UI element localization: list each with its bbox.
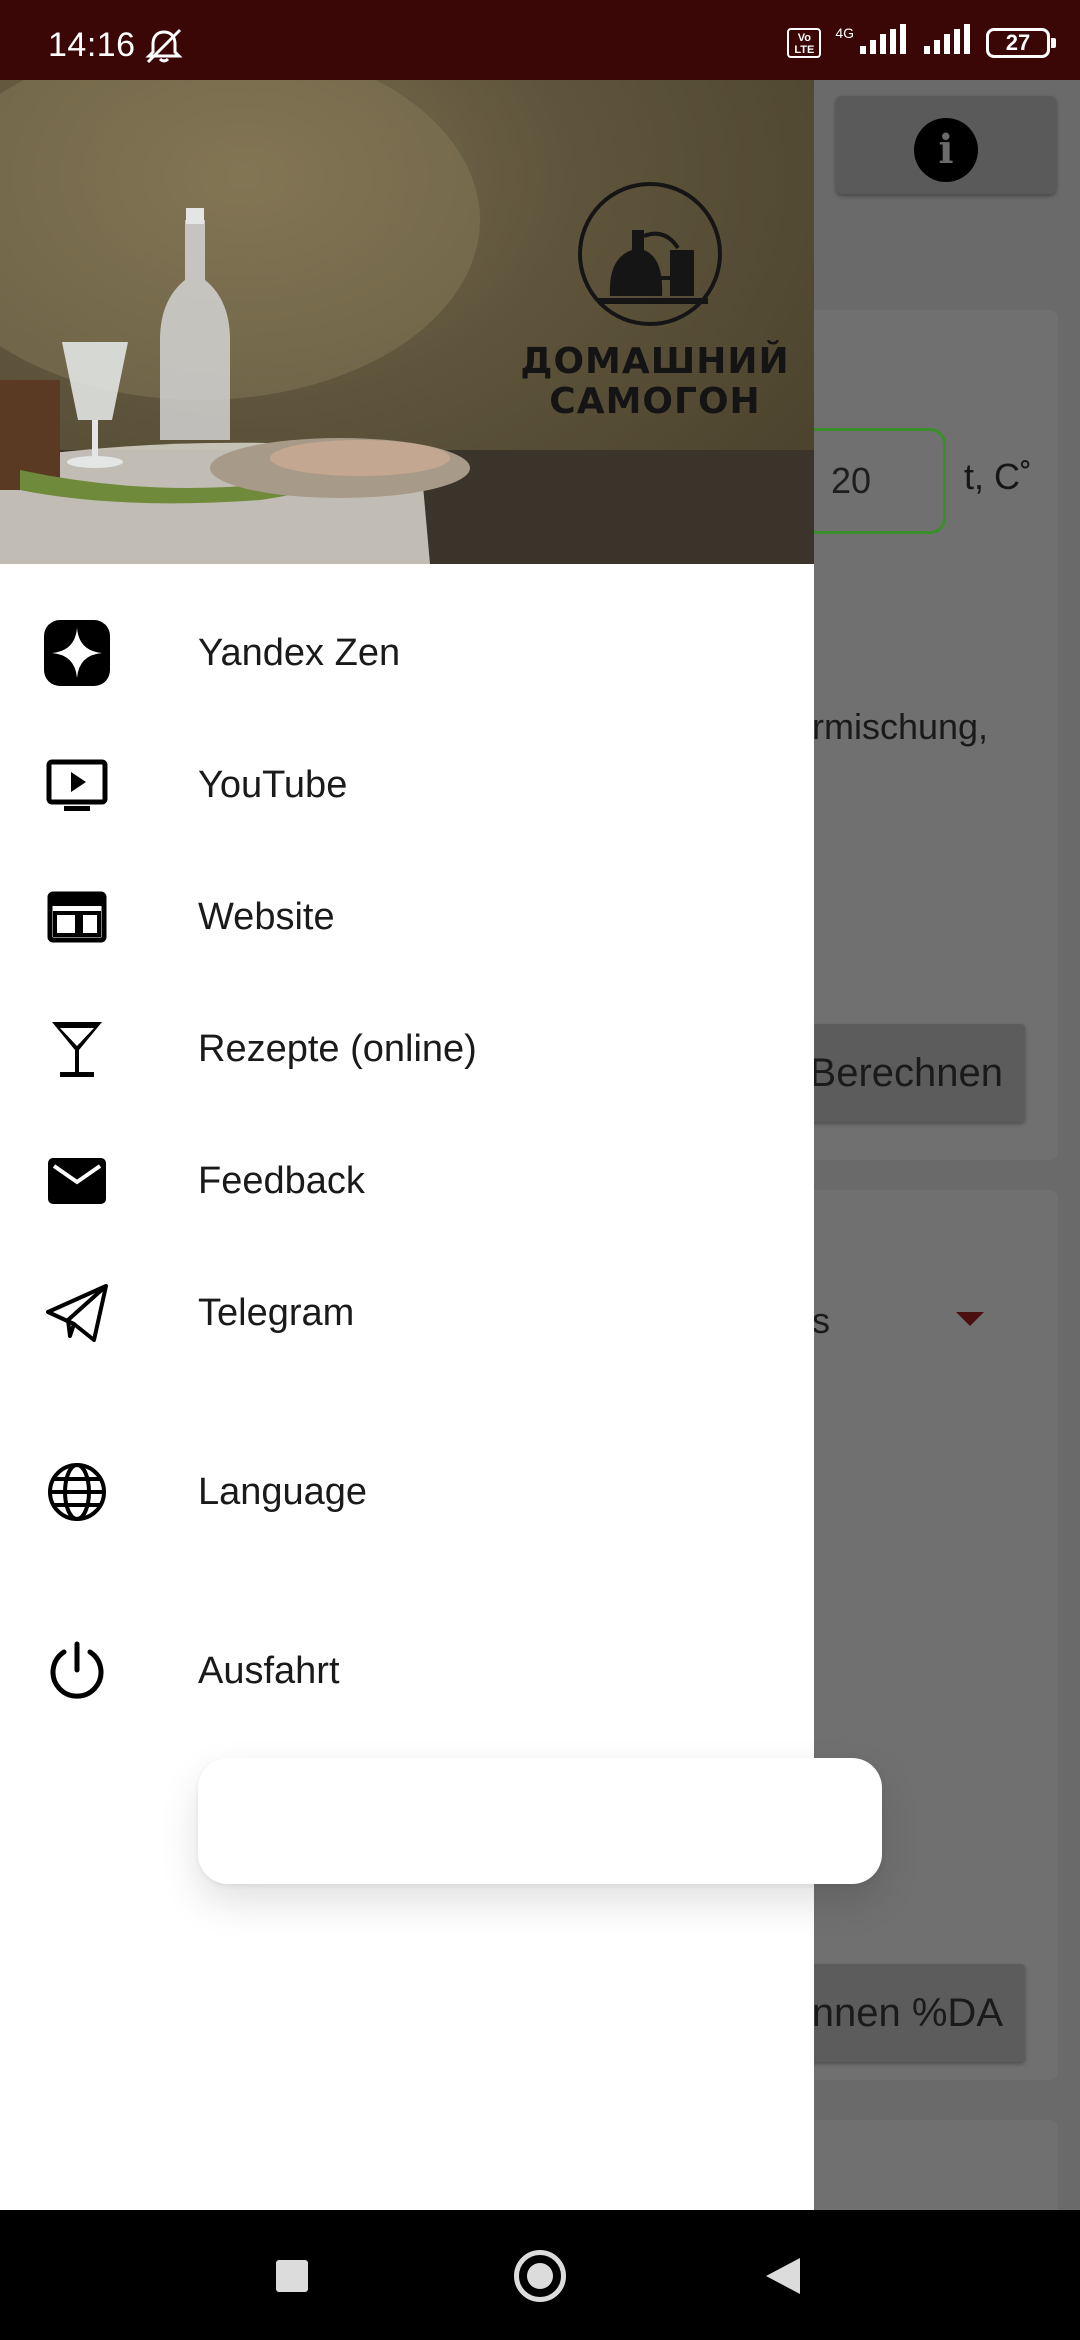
menu-item-website[interactable]: Website bbox=[0, 851, 814, 983]
home-button[interactable] bbox=[514, 2250, 566, 2302]
menu-label: Yandex Zen bbox=[198, 631, 401, 674]
menu-label: Ausfahrt bbox=[198, 1649, 340, 1692]
status-icons: Vo LTE 4G 27 bbox=[787, 24, 1056, 61]
distiller-logo bbox=[578, 182, 722, 326]
mail-icon bbox=[44, 1148, 110, 1214]
youtube-icon bbox=[44, 752, 110, 818]
mute-icon bbox=[142, 28, 186, 69]
telegram-icon bbox=[44, 1280, 110, 1346]
menu-label: YouTube bbox=[198, 763, 348, 806]
back-button[interactable] bbox=[766, 2258, 800, 2294]
system-nav-bar bbox=[0, 2210, 1080, 2340]
dilution-card bbox=[790, 1190, 1058, 2080]
menu-label: Language bbox=[198, 1470, 368, 1513]
network-type: 4G bbox=[835, 24, 854, 41]
temperature-unit: t, C˚ bbox=[964, 456, 1032, 497]
menu-item-yandex-zen[interactable]: Yandex Zen bbox=[0, 587, 814, 719]
globe-icon bbox=[44, 1459, 110, 1525]
navigation-drawer: ДОМАШНИЙ САМОГОН Yandex Zen YouTube Webs… bbox=[0, 80, 814, 2210]
status-time: 14:16 bbox=[48, 26, 136, 64]
menu-item-telegram[interactable]: Telegram bbox=[0, 1247, 814, 1379]
calculate-button[interactable]: Berechnen bbox=[790, 1024, 1025, 1122]
floating-card bbox=[198, 1758, 882, 1884]
dropdown-arrow-icon[interactable] bbox=[956, 1312, 984, 1326]
signal-icon bbox=[858, 24, 908, 61]
menu-item-recipes[interactable]: Rezepte (online) bbox=[0, 983, 814, 1115]
recent-apps-button[interactable] bbox=[276, 2260, 308, 2292]
menu-item-youtube[interactable]: YouTube bbox=[0, 719, 814, 851]
status-bar: 14:16 Vo LTE 4G 27 bbox=[0, 0, 1080, 80]
header-still-life-image bbox=[0, 80, 814, 564]
mode-select[interactable]: s bbox=[812, 1300, 830, 1342]
volte-icon: Vo LTE bbox=[787, 27, 822, 58]
menu-label: Website bbox=[198, 895, 335, 938]
battery-icon: 27 bbox=[986, 27, 1056, 58]
menu-item-feedback[interactable]: Feedback bbox=[0, 1115, 814, 1247]
app-logo-text: ДОМАШНИЙ САМОГОН bbox=[520, 341, 790, 422]
website-icon bbox=[44, 884, 110, 950]
cocktail-glass-icon bbox=[44, 1016, 110, 1082]
power-icon bbox=[44, 1638, 110, 1704]
yandex-zen-icon bbox=[44, 620, 110, 686]
calculate-da-button[interactable]: nnen %DA bbox=[790, 1964, 1025, 2062]
menu-label: Rezepte (online) bbox=[198, 1027, 477, 1070]
drawer-header: ДОМАШНИЙ САМОГОН bbox=[0, 80, 814, 564]
signal-icon-2 bbox=[922, 24, 972, 61]
info-icon: i bbox=[914, 118, 978, 182]
menu-item-exit[interactable]: Ausfahrt bbox=[0, 1605, 814, 1737]
menu-item-language[interactable]: Language bbox=[0, 1426, 814, 1558]
menu-label: Feedback bbox=[198, 1159, 365, 1202]
menu-label: Telegram bbox=[198, 1291, 355, 1334]
description-text: rmischung, bbox=[812, 706, 989, 747]
